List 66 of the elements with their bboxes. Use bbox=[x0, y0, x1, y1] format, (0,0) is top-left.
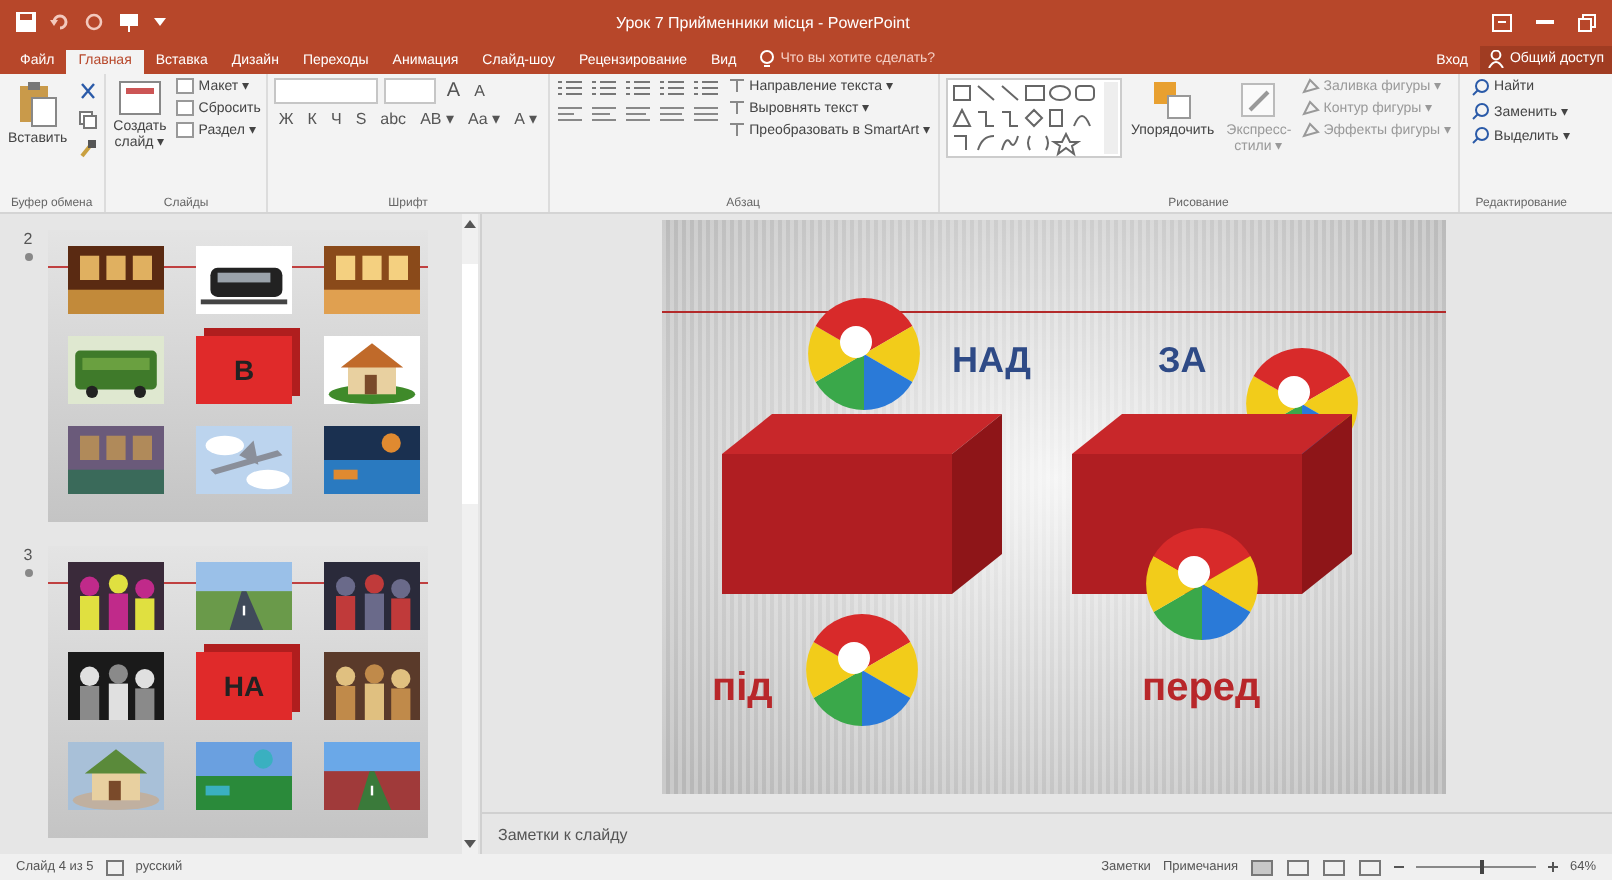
window-title: Урок 7 Прийменники місця - PowerPoint bbox=[616, 13, 912, 31]
slideshow-icon[interactable] bbox=[118, 12, 140, 32]
clipboard-icon bbox=[17, 80, 58, 128]
pen-icon bbox=[1238, 80, 1279, 120]
search-icon bbox=[1472, 102, 1491, 120]
text-direction-icon bbox=[727, 78, 746, 94]
view-icon[interactable] bbox=[1285, 859, 1310, 875]
list-format-icon[interactable] bbox=[657, 78, 686, 98]
zoom-in-icon[interactable] bbox=[1547, 862, 1558, 872]
zoom-out-icon[interactable] bbox=[1393, 862, 1404, 872]
restore-icon[interactable] bbox=[1578, 13, 1596, 31]
scroll-up-icon[interactable] bbox=[464, 220, 476, 228]
format-button[interactable]: S bbox=[351, 110, 371, 128]
view-icon[interactable] bbox=[1249, 859, 1274, 875]
align-icon[interactable] bbox=[691, 104, 720, 124]
scissors-icon[interactable] bbox=[77, 82, 98, 102]
undo-icon[interactable] bbox=[50, 12, 70, 32]
arrange-icon bbox=[1152, 80, 1193, 120]
search-icon bbox=[1472, 126, 1491, 144]
box-label: В bbox=[233, 354, 255, 386]
list-format-icon[interactable] bbox=[691, 78, 720, 98]
caret-icon[interactable] bbox=[154, 18, 166, 26]
list-format-icon[interactable] bbox=[623, 78, 652, 98]
scrollbar[interactable] bbox=[462, 214, 478, 854]
format-button[interactable]: Аа ▾ bbox=[463, 110, 505, 128]
align-icon[interactable] bbox=[589, 104, 618, 124]
format-button[interactable]: К bbox=[303, 110, 321, 128]
slide-canvas[interactable]: НАД ЗА під перед bbox=[661, 220, 1445, 794]
format-button[interactable]: Ч bbox=[326, 110, 346, 128]
font-size-button[interactable]: A bbox=[470, 82, 489, 100]
list-format-icon[interactable] bbox=[589, 78, 618, 98]
person-icon bbox=[1487, 50, 1504, 68]
search-icon bbox=[1472, 78, 1491, 96]
scroll-down-icon[interactable] bbox=[464, 840, 476, 848]
format-button[interactable]: abc bbox=[376, 110, 411, 128]
slide-label: під bbox=[711, 666, 772, 710]
text-direction-icon bbox=[727, 122, 746, 138]
paintbrush-icon[interactable] bbox=[77, 138, 98, 158]
format-button[interactable]: А ▾ bbox=[510, 110, 542, 128]
slide-number: 3 bbox=[23, 546, 33, 564]
beach-ball-drawing bbox=[807, 298, 919, 410]
box-label: НА bbox=[223, 670, 265, 702]
format-button[interactable]: Ж bbox=[274, 110, 298, 128]
align-icon[interactable] bbox=[555, 104, 584, 124]
ribbon-options-icon[interactable] bbox=[1492, 13, 1512, 31]
list-format-icon[interactable] bbox=[555, 78, 584, 98]
text-direction-icon bbox=[727, 100, 746, 116]
font-size-button[interactable]: A bbox=[442, 80, 465, 102]
align-icon[interactable] bbox=[657, 104, 686, 124]
beach-ball-drawing bbox=[805, 614, 917, 726]
view-icon[interactable] bbox=[1321, 859, 1346, 875]
view-icon[interactable] bbox=[1357, 859, 1382, 875]
scroll-thumb[interactable] bbox=[462, 264, 478, 504]
slide-label: НАД bbox=[951, 340, 1030, 380]
slide-label: перед bbox=[1141, 666, 1260, 710]
lightbulb-icon bbox=[760, 50, 775, 68]
slide-icon bbox=[117, 80, 162, 116]
format-button[interactable]: АВ ▾ bbox=[416, 110, 458, 128]
save-icon[interactable] bbox=[16, 12, 36, 32]
slide-number: 2 bbox=[23, 230, 33, 248]
font-size-field[interactable] bbox=[384, 78, 437, 104]
align-icon[interactable] bbox=[623, 104, 652, 124]
shape-gallery[interactable] bbox=[945, 78, 1121, 158]
slide-label: ЗА bbox=[1157, 340, 1206, 380]
copy-icon[interactable] bbox=[77, 110, 98, 130]
font-name-field[interactable] bbox=[274, 78, 379, 104]
